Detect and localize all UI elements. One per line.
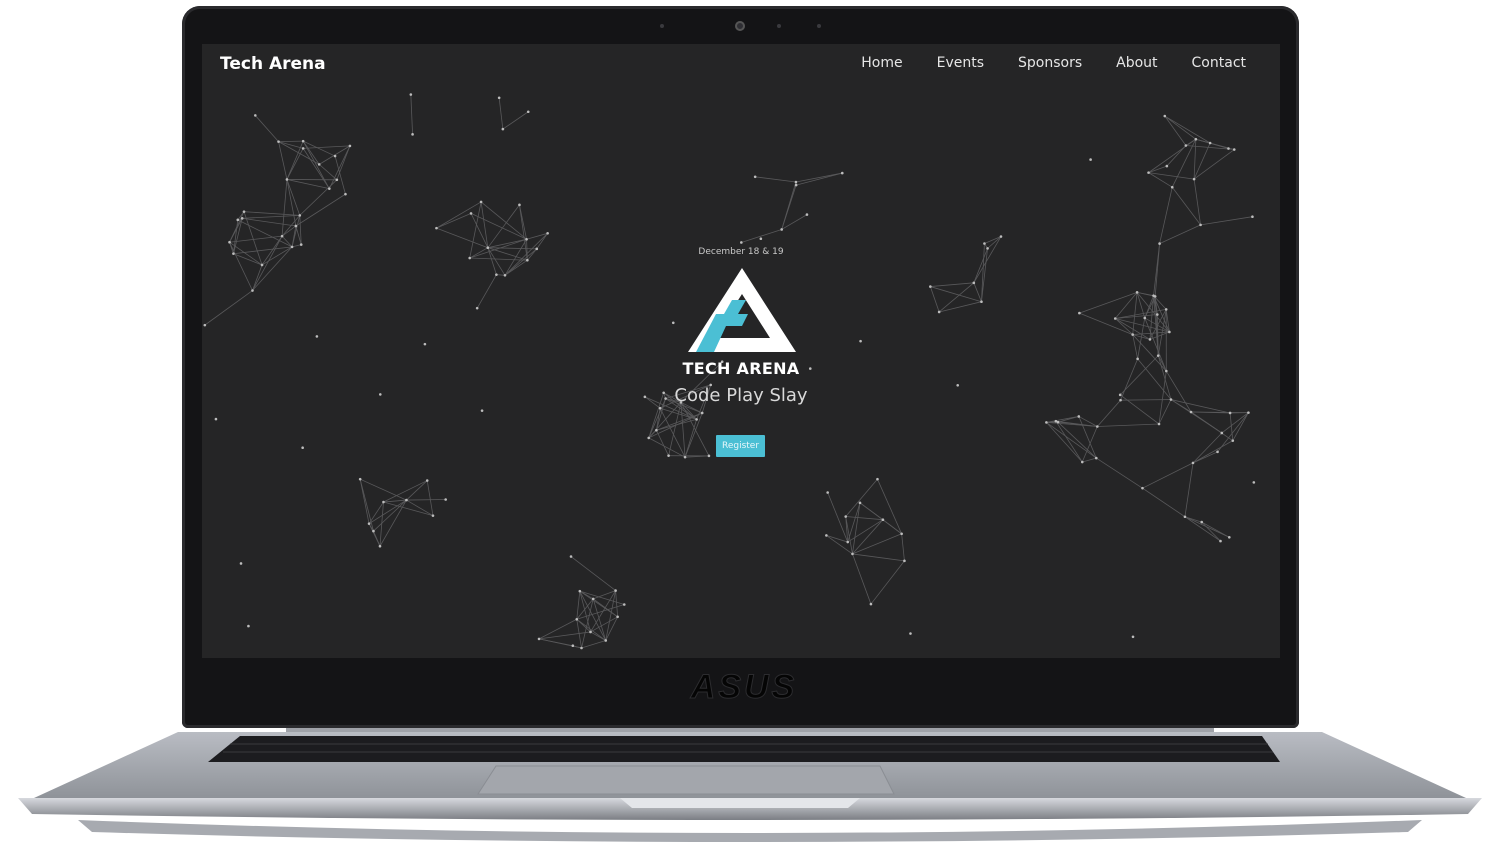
nav-sponsors[interactable]: Sponsors <box>1018 55 1082 71</box>
sensor-dot <box>777 24 781 28</box>
asus-logo: ASUS <box>689 668 797 707</box>
main-nav: Home Events Sponsors About Contact <box>861 55 1246 71</box>
laptop-base <box>18 728 1482 842</box>
logo-wordmark: TECH ARENA <box>682 359 800 378</box>
nav-events[interactable]: Events <box>937 55 984 71</box>
nav-about[interactable]: About <box>1116 55 1157 71</box>
webcam-icon <box>735 21 745 31</box>
asus-logo-text: ASUS <box>690 668 797 706</box>
sensor-dot <box>660 24 664 28</box>
nav-contact[interactable]: Contact <box>1192 55 1246 71</box>
nav-home[interactable]: Home <box>861 55 902 71</box>
register-button[interactable]: Register <box>716 435 765 457</box>
site-brand[interactable]: Tech Arena <box>220 54 326 74</box>
event-date: December 18 & 19 <box>698 247 784 257</box>
laptop-screen: Tech Arena Home Events Sponsors About Co… <box>202 44 1280 658</box>
tagline: Code Play Slay <box>674 385 808 406</box>
tech-arena-logo-icon <box>688 268 796 352</box>
sensor-dot <box>817 24 821 28</box>
